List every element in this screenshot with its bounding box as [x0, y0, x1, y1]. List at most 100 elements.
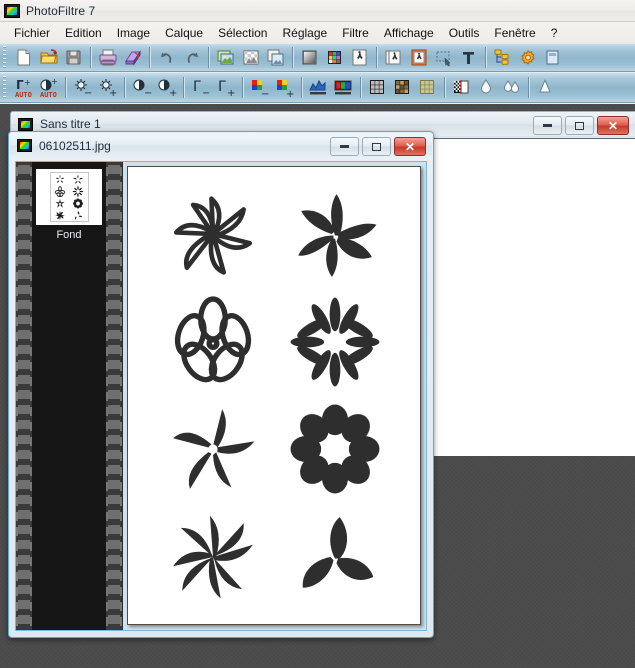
svg-text:Γ: Γ — [218, 79, 226, 95]
image-effect-icon[interactable] — [347, 45, 372, 70]
flower-round-8-petal — [290, 404, 380, 494]
svg-text:−: − — [202, 88, 210, 99]
untitled-minimize-button[interactable] — [533, 116, 562, 135]
layer-item-fond[interactable]: Fond — [36, 169, 102, 241]
untitled-window-controls: ✕ — [533, 116, 629, 135]
image-maximize-button[interactable] — [362, 137, 391, 156]
sharpen-icon[interactable] — [533, 75, 558, 100]
child-window-image[interactable]: 06102511.jpg ✕ Fond — [8, 131, 434, 638]
svg-text:−: − — [261, 89, 269, 99]
image-frame-icon[interactable] — [406, 45, 431, 70]
toolbar-grip[interactable] — [1, 76, 9, 99]
thumb-flower-6 — [73, 198, 84, 208]
saturation-plus-icon[interactable]: + — [272, 75, 297, 100]
brightness-minus-icon[interactable]: − — [70, 75, 95, 100]
menu-fenetre[interactable]: Fenêtre — [487, 24, 543, 42]
selection-marquee-icon[interactable] — [431, 45, 456, 70]
untitled-maximize-button[interactable] — [565, 116, 594, 135]
untitled-close-button[interactable]: ✕ — [597, 116, 629, 135]
flower-pointed-8-petal — [172, 515, 253, 598]
histogram-icon[interactable] — [306, 75, 331, 100]
blur-drop-icon[interactable] — [474, 75, 499, 100]
toolbar-grip[interactable] — [1, 46, 9, 69]
module-icon[interactable] — [540, 45, 565, 70]
flower-three-leaf — [302, 516, 374, 588]
toolbar-separator — [444, 77, 445, 98]
auto-levels-icon[interactable]: Γ + AUTO — [11, 75, 36, 100]
image-copy-icon[interactable] — [263, 45, 288, 70]
svg-text:Γ: Γ — [16, 78, 24, 92]
folder-tree-icon[interactable] — [490, 45, 515, 70]
mdi-client-area: Sans titre 1 ✕ 06102511.jpg ✕ Fond — [0, 104, 635, 668]
transparency-icon[interactable] — [238, 45, 263, 70]
gamma-minus-icon[interactable]: Γ − — [188, 75, 213, 100]
print-preview-icon[interactable] — [120, 45, 145, 70]
minimize-icon — [543, 124, 552, 127]
application-titlebar: PhotoFiltre 7 — [0, 0, 635, 22]
minimize-icon — [340, 145, 349, 148]
svg-text:+: + — [51, 77, 58, 86]
maximize-icon — [372, 142, 381, 151]
new-document-icon[interactable] — [11, 45, 36, 70]
redo-arrow-icon[interactable] — [179, 45, 204, 70]
menu-image[interactable]: Image — [110, 24, 158, 42]
text-tool-icon[interactable] — [456, 45, 481, 70]
flower-star-5-petal — [172, 409, 255, 490]
color-palette-icon[interactable] — [322, 45, 347, 70]
image-window-body: Fond — [15, 161, 427, 631]
preferences-gear-icon[interactable] — [515, 45, 540, 70]
blur-more-icon[interactable] — [499, 75, 524, 100]
gamma-plus-icon[interactable]: Γ + — [213, 75, 238, 100]
menu-selection[interactable]: Sélection — [211, 24, 275, 42]
document-film-icon — [18, 117, 33, 131]
toolbar-separator — [90, 47, 91, 68]
open-folder-icon[interactable] — [36, 45, 61, 70]
contrast-minus-icon[interactable]: − — [129, 75, 154, 100]
thumb-flower-7 — [54, 210, 65, 220]
layer-thumbnail[interactable] — [36, 169, 102, 225]
image-duplicate-icon[interactable] — [213, 45, 238, 70]
layers-filmstrip-panel[interactable]: Fond — [16, 162, 123, 630]
layer-label-fond: Fond — [56, 229, 82, 241]
thumb-flower-1 — [55, 174, 64, 183]
flowers-illustration — [151, 181, 396, 611]
toolbar-separator — [124, 77, 125, 98]
menu-filtre[interactable]: Filtre — [335, 24, 377, 42]
image-minimize-button[interactable] — [330, 137, 359, 156]
svg-text:AUTO: AUTO — [15, 91, 32, 99]
negative-icon[interactable] — [449, 75, 474, 100]
print-icon[interactable] — [95, 45, 120, 70]
photofiltre-application-window: PhotoFiltre 7 Fichier Edition Image Calq… — [0, 0, 635, 668]
toolbar-separator — [65, 77, 66, 98]
toolbar-separator — [376, 47, 377, 68]
brightness-plus-icon[interactable]: + — [95, 75, 120, 100]
duotone-grid-icon[interactable] — [415, 75, 440, 100]
save-floppy-icon[interactable] — [61, 45, 86, 70]
undo-arrow-icon[interactable] — [154, 45, 179, 70]
flowers-thumbnail — [49, 172, 89, 222]
image-window-titlebar[interactable]: 06102511.jpg ✕ — [10, 133, 432, 158]
menu-affichage[interactable]: Affichage — [377, 24, 442, 42]
filmstrip-sprockets-left — [16, 162, 32, 630]
gradient-square-icon[interactable] — [297, 45, 322, 70]
flower-outline-5-petal — [174, 296, 251, 383]
menu-fichier[interactable]: Fichier — [7, 24, 58, 42]
menu-edition[interactable]: Edition — [58, 24, 110, 42]
sepia-grid-icon[interactable] — [390, 75, 415, 100]
auto-contrast-icon[interactable]: + AUTO — [36, 75, 61, 100]
image-batch-icon[interactable] — [381, 45, 406, 70]
menu-calque[interactable]: Calque — [158, 24, 211, 42]
menu-reglage[interactable]: Réglage — [275, 24, 335, 42]
svg-text:+: + — [227, 88, 235, 99]
saturation-minus-icon[interactable]: − — [247, 75, 272, 100]
thumb-flower-3 — [54, 185, 65, 197]
thumb-flower-8 — [75, 210, 83, 220]
menu-aide[interactable]: ? — [544, 24, 566, 42]
contrast-plus-icon[interactable]: + — [154, 75, 179, 100]
rgb-levels-icon[interactable] — [331, 75, 356, 100]
image-close-button[interactable]: ✕ — [394, 137, 426, 156]
image-window-title: 06102511.jpg — [39, 138, 111, 153]
menu-outils[interactable]: Outils — [442, 24, 488, 42]
grayscale-grid-icon[interactable] — [365, 75, 390, 100]
image-canvas[interactable] — [127, 166, 421, 625]
